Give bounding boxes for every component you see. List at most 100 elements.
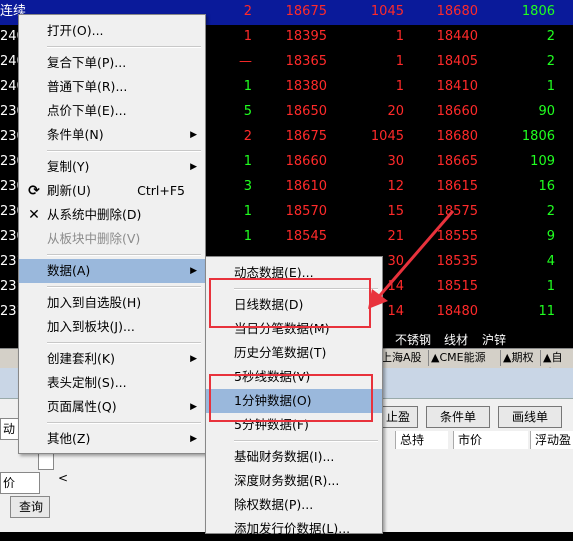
menu-item-label: 添加发行价数据(L)... xyxy=(234,521,351,536)
market-tab[interactable]: ▲期权 xyxy=(500,350,535,366)
quote-cell-a: 1 xyxy=(243,29,252,44)
conditional-order-button[interactable]: 条件单 xyxy=(426,406,490,428)
quote-cell-a: 5 xyxy=(243,104,252,119)
market-tab[interactable]: 上海A股 xyxy=(378,350,424,366)
quote-cell-d: 18405 xyxy=(436,54,478,69)
menu-item[interactable]: 表头定制(S)... xyxy=(19,371,205,395)
menu-item-label: 加入到自选股(H) xyxy=(47,295,142,310)
menu-item: 从板块中删除(V) xyxy=(19,227,205,251)
menu-item[interactable]: ✕ 从系统中删除(D) xyxy=(19,203,205,227)
annotation-arrow xyxy=(368,210,455,309)
refresh-icon: ⟳ xyxy=(28,183,40,199)
menu-item[interactable]: 普通下单(R)... xyxy=(19,75,205,99)
quote-cell-c: 1 xyxy=(395,79,404,94)
quote-cell-c: 1 xyxy=(395,29,404,44)
quote-cell-d: 18440 xyxy=(436,29,478,44)
submenu-arrow-icon: ▶ xyxy=(190,354,197,364)
quote-cell-a: 1 xyxy=(243,229,252,244)
menu-item[interactable]: 数据(A) ▶ xyxy=(19,259,205,283)
menu-item[interactable]: 其他(Z) ▶ xyxy=(19,427,205,451)
menu-separator xyxy=(234,440,378,442)
menu-item[interactable]: 历史分笔数据(T) xyxy=(206,341,382,365)
quote-cell-e: 1806 xyxy=(521,4,555,19)
menu-item[interactable]: 条件单(N) ▶ xyxy=(19,123,205,147)
quote-cell-d: 18665 xyxy=(436,154,478,169)
menu-item-label: 深度财务数据(R)... xyxy=(234,473,340,488)
menu-item[interactable]: 深度财务数据(R)... xyxy=(206,469,382,493)
quote-cell-e: 2 xyxy=(546,29,555,44)
line-order-button[interactable]: 画线单 xyxy=(498,406,562,428)
menu-item-label: 打开(O)... xyxy=(47,23,104,38)
context-menu: 打开(O)... 复合下单(P)... 普通下单(R)... 点价下单(E)... 条件… xyxy=(18,14,206,454)
quote-cell-a: 2 xyxy=(243,4,252,19)
annotation-arrow-line xyxy=(374,210,455,301)
quote-cell-a: 1 xyxy=(243,204,252,219)
submenu-arrow-icon: ▶ xyxy=(190,402,197,412)
sector-label[interactable]: 线材 xyxy=(444,331,468,348)
submenu-arrow-icon: ▶ xyxy=(190,434,197,444)
quote-cell-e: 109 xyxy=(530,154,555,169)
take-profit-button[interactable]: 止盈 xyxy=(378,406,418,428)
menu-item[interactable]: 加入到自选股(H) xyxy=(19,291,205,315)
quote-cell-b: 18650 xyxy=(285,104,327,119)
quote-cell-b: 18395 xyxy=(285,29,327,44)
quote-cell-c: 20 xyxy=(387,104,404,119)
menu-item[interactable]: 加入到板块(J)... xyxy=(19,315,205,339)
menu-item-label: 数据(A) xyxy=(47,263,91,278)
menu-item-label: 页面属性(Q) xyxy=(47,399,117,414)
quote-cell-a: 1 xyxy=(243,154,252,169)
menu-item-label: 复制(Y) xyxy=(47,159,90,174)
quote-cell-c: 1045 xyxy=(370,4,404,19)
submenu-arrow-icon: ▶ xyxy=(190,162,197,172)
menu-item[interactable]: 复制(Y) ▶ xyxy=(19,155,205,179)
menu-item-label: 条件单(N) xyxy=(47,127,104,142)
quote-cell-d: 18615 xyxy=(436,179,478,194)
quote-cell-b: 18660 xyxy=(285,154,327,169)
submenu-arrow-icon: ▶ xyxy=(190,266,197,276)
quote-cell-e: 1 xyxy=(546,279,555,294)
quote-cell-b: 18570 xyxy=(285,204,327,219)
menu-separator xyxy=(47,342,201,344)
column-header-market-price[interactable]: 市价 xyxy=(453,431,528,449)
menu-item[interactable]: ⟳ 刷新(U) Ctrl+F5 xyxy=(19,179,205,203)
annotation-box-minute xyxy=(209,374,373,422)
menu-item[interactable]: 基础财务数据(I)... xyxy=(206,445,382,469)
quote-cell-a: 3 xyxy=(243,179,252,194)
query-button[interactable]: 查询 xyxy=(10,496,50,518)
delete-x-icon: ✕ xyxy=(28,207,40,223)
menu-item[interactable]: 添加发行价数据(L)... xyxy=(206,517,382,541)
quote-cell-d: 18410 xyxy=(436,79,478,94)
quote-cell-c: 1 xyxy=(395,54,404,69)
quote-cell-b: 18545 xyxy=(285,229,327,244)
quote-cell-e: 11 xyxy=(538,304,555,319)
menu-separator xyxy=(47,422,201,424)
menu-item-label: 其他(Z) xyxy=(47,431,91,446)
menu-item[interactable]: 打开(O)... xyxy=(19,19,205,43)
menu-item[interactable]: 复合下单(P)... xyxy=(19,51,205,75)
menu-item-label: 除权数据(P)... xyxy=(234,497,314,512)
menu-item[interactable]: 页面属性(Q) ▶ xyxy=(19,395,205,419)
menu-item[interactable]: 除权数据(P)... xyxy=(206,493,382,517)
quote-cell-e: 1806 xyxy=(521,129,555,144)
menu-item-label: 基础财务数据(I)... xyxy=(234,449,335,464)
menu-item-label: 表头定制(S)... xyxy=(47,375,127,390)
menu-item[interactable]: 创建套利(K) ▶ xyxy=(19,347,205,371)
sector-label[interactable]: 沪锌 xyxy=(482,331,506,348)
market-tab[interactable]: ▲自选 xyxy=(540,350,573,380)
column-header-floating-pl[interactable]: 浮动盈 xyxy=(530,431,573,449)
quote-cell-d: 18680 xyxy=(436,4,478,19)
collapse-arrow-icon[interactable]: < xyxy=(56,468,70,488)
menu-item-label: 从板块中删除(V) xyxy=(47,231,141,246)
quote-cell-b: 18675 xyxy=(285,4,327,19)
menu-item-label: 创建套利(K) xyxy=(47,351,115,366)
quote-cell-b: 18610 xyxy=(285,179,327,194)
sector-label[interactable]: 不锈钢 xyxy=(395,331,431,348)
menu-item-label: 刷新(U) xyxy=(47,183,91,198)
price-field[interactable]: 价 xyxy=(0,472,40,494)
quote-cell-b: 18675 xyxy=(285,129,327,144)
market-tab[interactable]: ▲CME能源 xyxy=(428,350,488,366)
annotation-box-daily xyxy=(209,278,371,328)
menu-item-label: 点价下单(E)... xyxy=(47,103,127,118)
menu-item[interactable]: 点价下单(E)... xyxy=(19,99,205,123)
column-header-total[interactable]: 总持 xyxy=(395,431,448,449)
